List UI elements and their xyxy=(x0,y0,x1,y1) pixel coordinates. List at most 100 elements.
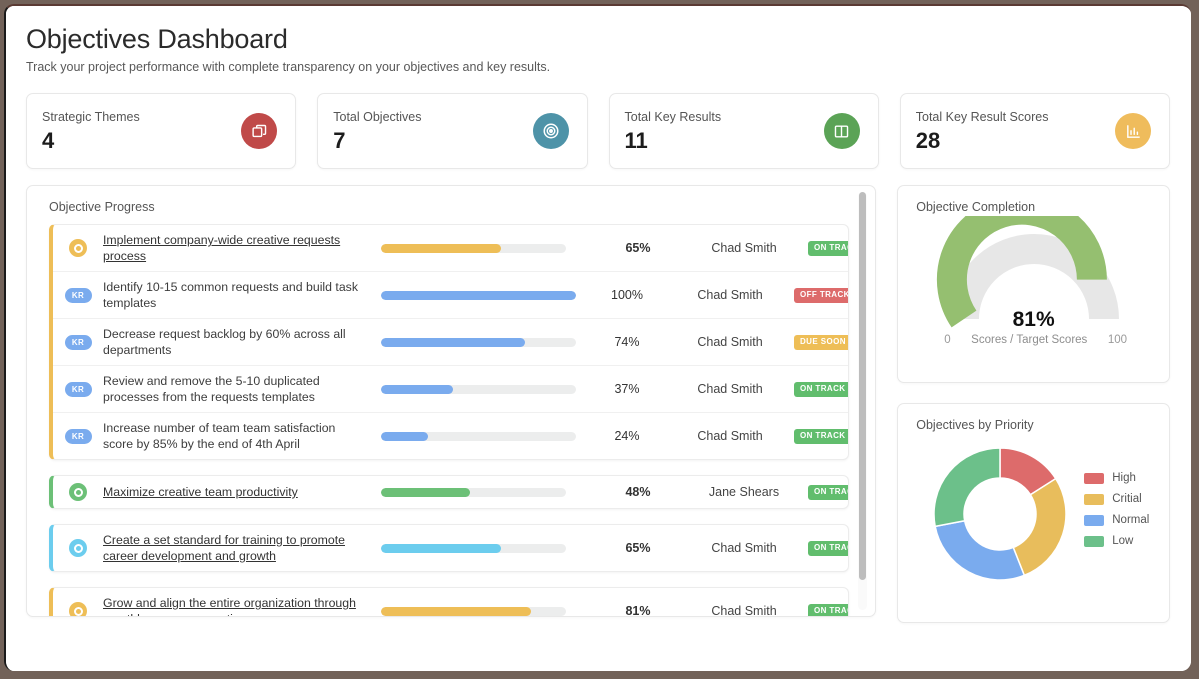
progress-bar-fill xyxy=(381,337,526,347)
stat-label: Total Key Results xyxy=(624,110,722,124)
owner-name: Chad Smith xyxy=(711,241,777,255)
page-title: Objectives Dashboard xyxy=(26,24,288,54)
objective-card: Grow and align the entire organization t… xyxy=(49,587,850,616)
page-subtitle: Track your project performance with comp… xyxy=(26,60,551,74)
legend-label: Critial xyxy=(1112,493,1142,505)
right-column: Objective Completion 81% 0 Scores / Targ… xyxy=(897,185,1170,623)
progress-bar-track xyxy=(381,487,566,497)
legend-swatch xyxy=(1084,535,1105,547)
row-title[interactable]: Create a set standard for training to pr… xyxy=(103,532,381,564)
donut-slice[interactable] xyxy=(1012,477,1067,577)
stat-value: 4 xyxy=(42,128,55,153)
stat-card[interactable]: Total Objectives 7 xyxy=(317,93,588,169)
status-badge: OFF TRACK xyxy=(794,287,849,303)
row-title[interactable]: Review and remove the 5-10 duplicated pr… xyxy=(103,373,373,405)
donut-slice[interactable] xyxy=(934,519,1026,581)
key-result-row[interactable]: KR Identify 10-15 common requests and bui… xyxy=(53,271,849,318)
owner-name: Chad Smith xyxy=(697,382,763,396)
progress-bar-cell xyxy=(373,337,588,347)
progress-bar-track xyxy=(381,543,566,553)
progress-bar-fill xyxy=(381,384,454,394)
objective-badge-icon xyxy=(69,483,87,501)
stat-card[interactable]: Strategic Themes 4 xyxy=(26,93,297,169)
stat-value: 7 xyxy=(333,128,346,153)
objective-row[interactable]: Grow and align the entire organization t… xyxy=(53,588,849,616)
dashboard-page: Objectives Dashboard Track your project … xyxy=(6,6,1191,671)
key-result-row[interactable]: KR Review and remove the 5-10 duplicated … xyxy=(53,365,849,412)
objective-card: Implement company-wide creative requests… xyxy=(49,224,850,460)
row-badge-cell: KR xyxy=(53,428,103,444)
owner-name: Chad Smith xyxy=(711,604,777,616)
legend-item[interactable]: High xyxy=(1084,472,1149,484)
gauge-axis-min: 0 xyxy=(944,334,951,346)
dashboard-body: Objective Progress Implement company-wid… xyxy=(6,169,1191,623)
legend-item[interactable]: Low xyxy=(1084,535,1149,547)
row-title[interactable]: Implement company-wide creative requests… xyxy=(103,232,381,264)
status-badge: ON TRACK xyxy=(794,381,849,397)
stat-card[interactable]: Total Key Results 11 xyxy=(608,93,879,169)
legend-label: High xyxy=(1112,472,1136,484)
key-result-row[interactable]: KR Increase number of team team satisfact… xyxy=(53,412,849,459)
objective-row[interactable]: Implement company-wide creative requests… xyxy=(53,225,849,271)
row-title[interactable]: Grow and align the entire organization t… xyxy=(103,595,381,616)
stat-card[interactable]: Total Key Result Scores 28 xyxy=(899,93,1170,169)
objective-progress-scroll-area[interactable]: Implement company-wide creative requests… xyxy=(27,224,875,616)
legend-item[interactable]: Critial xyxy=(1084,493,1149,505)
row-title[interactable]: Decrease request backlog by 60% across a… xyxy=(103,326,373,358)
objective-completion-title: Objective Completion xyxy=(916,200,1036,214)
scrollbar-thumb[interactable] xyxy=(859,192,867,580)
row-badge-cell xyxy=(53,239,103,257)
objective-card: Create a set standard for training to pr… xyxy=(49,524,850,572)
legend-swatch xyxy=(1084,514,1105,526)
row-badge-cell: KR xyxy=(53,334,103,350)
objectives-by-priority-title: Objectives by Priority xyxy=(916,418,1034,432)
donut-slice[interactable] xyxy=(933,447,1001,528)
gauge-axis-max: 100 xyxy=(1107,334,1127,346)
progress-bar-track xyxy=(381,384,576,394)
row-badge-cell xyxy=(53,539,103,557)
owner-name: Jane Shears xyxy=(708,485,780,499)
copy-icon xyxy=(241,113,278,149)
status-cell: ON TRACK xyxy=(794,381,849,397)
status-cell: ON TRACK xyxy=(808,540,849,556)
status-badge: ON TRACK xyxy=(808,603,849,616)
progress-bar-track xyxy=(381,431,576,441)
scrollbar-track[interactable] xyxy=(858,192,868,610)
status-badge: ON TRACK xyxy=(808,484,849,500)
legend-label: Normal xyxy=(1112,514,1150,526)
progress-bar-fill xyxy=(381,290,576,300)
owner-name: Chad Smith xyxy=(697,429,763,443)
owner-name: Chad Smith xyxy=(697,335,763,349)
stat-label: Strategic Themes xyxy=(42,110,140,124)
status-cell: ON TRACK xyxy=(808,240,849,256)
chart-icon xyxy=(1115,113,1151,149)
row-title[interactable]: Increase number of team team satisfactio… xyxy=(103,420,373,452)
row-title[interactable]: Identify 10-15 common requests and build… xyxy=(103,279,373,311)
progress-percent: 24% xyxy=(614,429,640,443)
gauge-axis-caption: Scores / Target Scores xyxy=(971,334,1088,346)
objective-progress-panel: Objective Progress Implement company-wid… xyxy=(26,185,877,617)
progress-bar-fill xyxy=(381,243,502,253)
objective-row[interactable]: Maximize creative team productivity 48% Ja… xyxy=(53,476,849,508)
objective-row[interactable]: Create a set standard for training to pr… xyxy=(53,525,849,571)
row-title[interactable]: Maximize creative team productivity xyxy=(103,484,381,500)
key-result-row[interactable]: KR Decrease request backlog by 60% across… xyxy=(53,318,849,365)
status-badge: ON TRACK xyxy=(794,428,849,444)
progress-bar-fill xyxy=(381,606,531,616)
objective-badge-icon xyxy=(69,602,87,616)
stat-text: Total Key Results 11 xyxy=(625,109,722,153)
progress-bar-track xyxy=(381,243,566,253)
legend-item[interactable]: Normal xyxy=(1084,514,1149,526)
stat-value: 11 xyxy=(624,128,648,153)
objective-badge-icon xyxy=(69,239,87,257)
progress-bar-fill xyxy=(381,487,470,497)
status-cell: ON TRACK xyxy=(808,603,849,616)
progress-bar-cell xyxy=(381,543,596,553)
status-cell: ON TRACK xyxy=(808,484,849,500)
donut-chart: High Critial Normal Low xyxy=(898,432,1169,584)
progress-bar-fill xyxy=(381,431,428,441)
objective-badge-icon xyxy=(69,539,87,557)
owner-name: Chad Smith xyxy=(697,288,763,302)
legend-swatch xyxy=(1084,493,1105,505)
key-result-badge: KR xyxy=(64,428,92,444)
